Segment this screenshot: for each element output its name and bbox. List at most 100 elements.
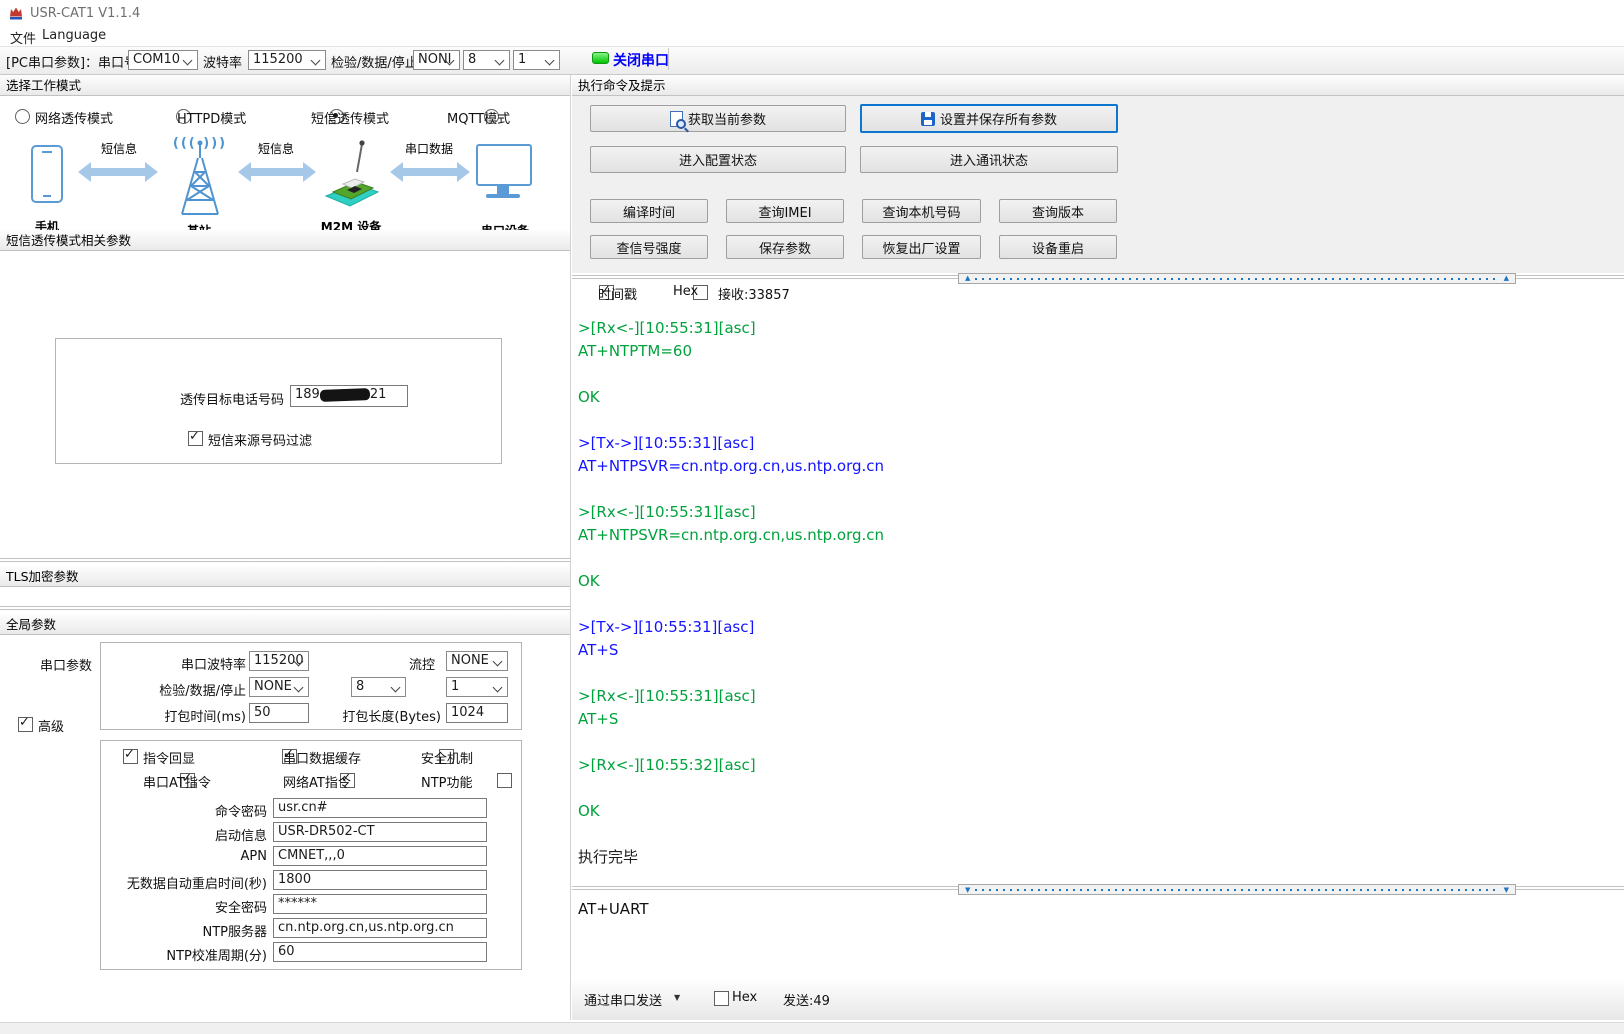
send-hex-checkbox[interactable]: ✓	[714, 991, 729, 1006]
uart-parity-select[interactable]: NONE	[249, 677, 309, 697]
log-output[interactable]: >[Rx<-][10:55:31][asc]AT+NTPTM=60 OK >[T…	[572, 307, 1622, 881]
enter-config-state-button[interactable]: 进入配置状态	[590, 146, 846, 173]
close-port-button[interactable]: 关闭串口	[613, 50, 669, 70]
baud-label: 波特率	[203, 52, 242, 71]
chevron-down-icon	[391, 683, 401, 693]
collapse-down-icon[interactable]: ▼	[1504, 886, 1509, 895]
chevron-down-icon	[545, 56, 555, 66]
global-params-header[interactable]: 全局参数	[0, 614, 570, 635]
log-line: >[Rx<-][10:55:31][asc]	[578, 685, 1622, 708]
ntp-enable-label: NTP功能	[421, 772, 473, 791]
serial-toolbar: [PC串口参数]：串口号 COM10 波特率 115200 检验/数据/停止 N…	[0, 46, 1624, 75]
collapse-down-icon[interactable]: ▼	[965, 886, 970, 895]
uart-stop-bits-select[interactable]: 1	[446, 677, 508, 697]
menu-file[interactable]: 文件	[6, 28, 40, 47]
log-line: >[Tx->][10:55:31][asc]	[578, 616, 1622, 639]
pc-serial-params-label: [PC串口参数]：串口号	[6, 52, 137, 71]
app-window: USR-CAT1 V1.1.4 文件 Language [PC串口参数]：串口号…	[0, 0, 1624, 1034]
monitor-base	[486, 194, 520, 198]
cmd-password-input[interactable]: usr.cn#	[273, 798, 487, 818]
factory-reset-button[interactable]: 恢复出厂设置	[862, 235, 981, 259]
query-signal-button[interactable]: 查信号强度	[590, 235, 708, 259]
query-version-button[interactable]: 查询版本	[999, 199, 1117, 223]
ntp-enable-checkbox[interactable]: ✓	[497, 773, 512, 788]
ntp-period-input[interactable]: 60	[273, 942, 487, 962]
baud-select[interactable]: 115200	[248, 50, 326, 70]
monitor-stand	[497, 186, 509, 194]
menu-language[interactable]: Language	[38, 28, 110, 43]
send-splitter[interactable]: ▼ ▼	[572, 884, 1624, 895]
com-port-select[interactable]: COM10	[128, 50, 198, 70]
log-line	[578, 731, 1622, 754]
radio-label[interactable]: 短信透传模式	[311, 108, 389, 127]
title-bar: USR-CAT1 V1.1.4	[0, 0, 1624, 26]
log-line	[578, 777, 1622, 800]
apn-input[interactable]: CMNET,,,0	[273, 846, 487, 866]
port-open-indicator	[592, 52, 609, 64]
cmd-echo-label: 指令回显	[143, 748, 195, 767]
sms-source-filter-label: 短信来源号码过滤	[208, 430, 312, 449]
collapse-up-icon[interactable]: ▲	[965, 274, 970, 283]
advanced-label: 高级	[38, 716, 64, 735]
exec-header: 执行命令及提示	[572, 75, 1624, 96]
sms-source-filter-checkbox[interactable]: ✓	[188, 431, 203, 446]
radio-label[interactable]: MQTT模式	[447, 108, 510, 127]
save-params-button[interactable]: 保存参数	[726, 235, 844, 259]
send-bar: 通过串口发送 ▼ ✓ Hex 发送:49	[572, 978, 1624, 1020]
work-mode-options: 网络透传模式 HTTPD模式 短信透传模式 MQTT模式	[0, 108, 570, 126]
target-phone-input[interactable]: 18921	[290, 385, 408, 407]
serial-device-icon	[476, 144, 532, 186]
chevron-down-icon	[183, 56, 193, 66]
log-line	[578, 363, 1622, 386]
log-line	[578, 478, 1622, 501]
device-restart-button[interactable]: 设备重启	[999, 235, 1117, 259]
no-data-restart-input[interactable]: 1800	[273, 870, 487, 890]
splitter-handle[interactable]: ▼ ▼	[958, 884, 1516, 895]
ntp-server-input[interactable]: cn.ntp.org.cn,us.ntp.org.cn	[273, 918, 487, 938]
send-via-serial-button[interactable]: 通过串口发送	[584, 990, 662, 1009]
exec-button-panel: 获取当前参数 设置并保存所有参数 进入配置状态 进入通讯状态 编译时间 查询IM…	[572, 96, 1624, 273]
chevron-down-icon	[493, 657, 503, 667]
link-label-sms-2: 短信息	[249, 140, 303, 157]
set-save-all-params-button[interactable]: 设置并保存所有参数	[860, 104, 1118, 133]
cmd-echo-checkbox[interactable]: ✓	[123, 749, 138, 764]
send-dropdown-icon[interactable]: ▼	[674, 993, 680, 1002]
get-params-button[interactable]: 获取当前参数	[590, 105, 846, 132]
uart-data-bits-select[interactable]: 8	[351, 677, 406, 697]
chevron-down-icon	[495, 56, 505, 66]
parity-select[interactable]: NONI	[413, 50, 460, 70]
radio-label[interactable]: 网络透传模式	[35, 108, 113, 127]
log-splitter[interactable]: ▲ ▲	[572, 273, 1624, 284]
log-line: AT+S	[578, 708, 1622, 731]
log-line: OK	[578, 386, 1622, 409]
tls-params-header[interactable]: TLS加密参数	[0, 566, 570, 587]
section-divider	[0, 556, 570, 564]
advanced-checkbox[interactable]: ✓	[18, 717, 33, 732]
splitter-handle[interactable]: ▲ ▲	[958, 273, 1516, 284]
log-line: AT+NTPSVR=cn.ntp.org.cn,us.ntp.org.cn	[578, 455, 1622, 478]
enter-comm-state-button[interactable]: 进入通讯状态	[860, 146, 1118, 173]
security-password-input[interactable]: ******	[273, 894, 487, 914]
data-bits-select[interactable]: 8	[463, 50, 510, 70]
query-imei-button[interactable]: 查询IMEI	[726, 199, 844, 223]
send-input-area[interactable]: AT+UART	[572, 895, 1624, 978]
log-line	[578, 662, 1622, 685]
panel-divider	[570, 75, 571, 1020]
pack-time-input[interactable]: 50	[249, 703, 309, 723]
parity-data-stop-label: 检验/数据/停止	[331, 52, 418, 71]
stop-bits-select[interactable]: 1	[513, 50, 560, 70]
compile-time-button[interactable]: 编译时间	[590, 199, 708, 223]
query-local-number-button[interactable]: 查询本机号码	[862, 199, 981, 223]
menu-bar: 文件 Language	[0, 26, 1624, 46]
radio-net-passthrough[interactable]	[15, 109, 30, 124]
uart-baud-select[interactable]: 115200	[249, 651, 309, 671]
log-line: OK	[578, 570, 1622, 593]
base-station-icon	[170, 140, 230, 216]
radio-label[interactable]: HTTPD模式	[177, 108, 246, 127]
send-input-value[interactable]: AT+UART	[578, 900, 649, 918]
boot-message-input[interactable]: USR-DR502-CT	[273, 822, 487, 842]
flow-control-select[interactable]: NONE	[446, 651, 508, 671]
pack-length-input[interactable]: 1024	[446, 703, 508, 723]
collapse-up-icon[interactable]: ▲	[1504, 274, 1509, 283]
net-at-label: 网络AT指令	[283, 772, 351, 791]
